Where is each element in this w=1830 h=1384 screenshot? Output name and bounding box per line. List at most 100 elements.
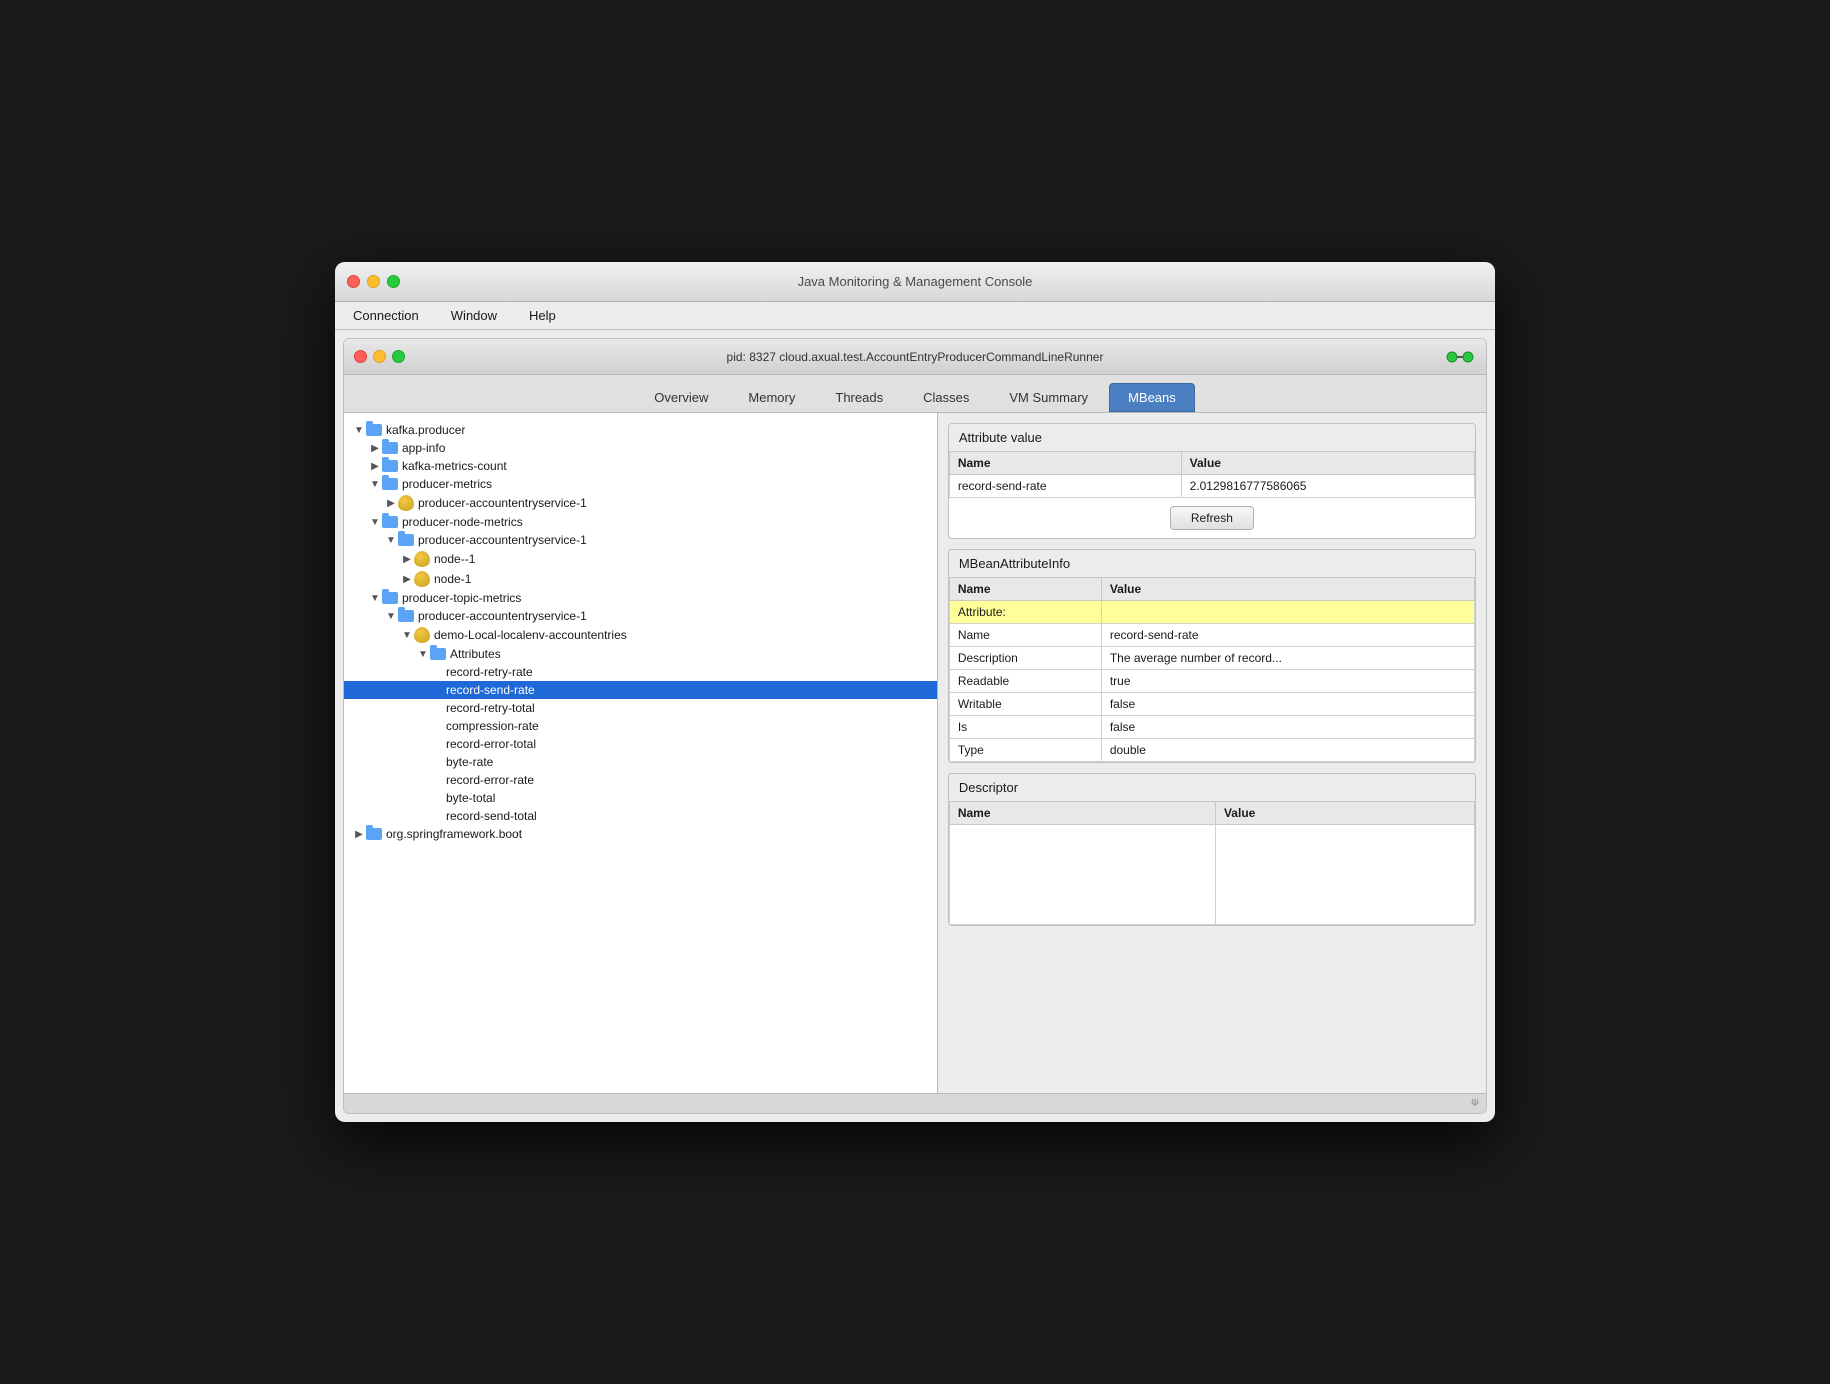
tree-item-org-spring[interactable]: org.springframework.boot xyxy=(344,825,937,843)
mbean-row-value-5: false xyxy=(1101,716,1474,739)
folder-icon xyxy=(382,442,398,454)
tree-arrow-producer-metrics[interactable] xyxy=(368,477,382,491)
tree-item-attr1[interactable]: record-retry-rate xyxy=(344,663,937,681)
descriptor-section: Descriptor Name Value xyxy=(948,773,1476,926)
folder-icon xyxy=(366,828,382,840)
tree-arrow-app-info[interactable] xyxy=(368,441,382,455)
tree-arrow-kafka-producer[interactable] xyxy=(352,423,366,437)
tree-arrow-attributes[interactable] xyxy=(416,647,430,661)
close-button[interactable] xyxy=(347,275,360,288)
mbean-row-3: Readabletrue xyxy=(949,670,1474,693)
tree-item-kafka-producer[interactable]: kafka.producer xyxy=(344,421,937,439)
tree-label-attr1: record-retry-rate xyxy=(446,665,533,679)
mbean-row-0: Attribute: xyxy=(949,601,1474,624)
tree-arrow-producer-node-metrics[interactable] xyxy=(368,515,382,529)
inner-window: pid: 8327 cloud.axual.test.AccountEntryP… xyxy=(343,338,1487,1114)
tree-label-attr2: record-send-rate xyxy=(446,683,535,697)
tree-item-attr2[interactable]: record-send-rate xyxy=(344,681,937,699)
menu-window[interactable]: Window xyxy=(445,306,503,325)
mbean-row-name-3: Readable xyxy=(949,670,1101,693)
tree-item-app-info[interactable]: app-info xyxy=(344,439,937,457)
tree-label-attr6: byte-rate xyxy=(446,755,493,769)
refresh-button[interactable]: Refresh xyxy=(1170,506,1254,530)
tree-item-attr4[interactable]: compression-rate xyxy=(344,717,937,735)
descriptor-title: Descriptor xyxy=(949,774,1475,801)
tab-threads[interactable]: Threads xyxy=(816,383,902,412)
tree-item-attr9[interactable]: record-send-total xyxy=(344,807,937,825)
tab-memory[interactable]: Memory xyxy=(729,383,814,412)
tree-item-node--1[interactable]: node--1 xyxy=(344,549,937,569)
tree-item-attributes[interactable]: Attributes xyxy=(344,645,937,663)
attribute-value-title: Attribute value xyxy=(949,424,1475,451)
mi-col-name: Name xyxy=(949,578,1101,601)
desc-col-name: Name xyxy=(949,802,1215,825)
tree-arrow-producer-accountentryservice-1a[interactable] xyxy=(384,496,398,510)
tree-arrow-node--1[interactable] xyxy=(400,552,414,566)
bean-icon xyxy=(398,495,414,511)
tree-label-demo-local: demo-Local-localenv-accountentries xyxy=(434,628,627,642)
tree-arrow-producer-topic-metrics[interactable] xyxy=(368,591,382,605)
tree-item-node-1[interactable]: node-1 xyxy=(344,569,937,589)
tree-item-attr7[interactable]: record-error-rate xyxy=(344,771,937,789)
tree-label-app-info: app-info xyxy=(402,441,445,455)
tree-arrow-demo-local[interactable] xyxy=(400,628,414,642)
tree-item-producer-accountentryservice-1b[interactable]: producer-accountentryservice-1 xyxy=(344,531,937,549)
tree-label-producer-accountentryservice-1b: producer-accountentryservice-1 xyxy=(418,533,587,547)
tree-label-kafka-metrics-count: kafka-metrics-count xyxy=(402,459,507,473)
tree-arrow-producer-accountentryservice-1c[interactable] xyxy=(384,609,398,623)
tree-item-attr5[interactable]: record-error-total xyxy=(344,735,937,753)
mbean-row-value-2: The average number of record... xyxy=(1101,647,1474,670)
tree-label-node--1: node--1 xyxy=(434,552,475,566)
tree-label-org-spring: org.springframework.boot xyxy=(386,827,522,841)
attribute-value-table: Name Value record-send-rate 2.0129816777… xyxy=(949,451,1475,498)
tab-overview[interactable]: Overview xyxy=(635,383,727,412)
mbean-row-value-1: record-send-rate xyxy=(1101,624,1474,647)
tree-label-producer-accountentryservice-1a: producer-accountentryservice-1 xyxy=(418,496,587,510)
tree-item-producer-accountentryservice-1c[interactable]: producer-accountentryservice-1 xyxy=(344,607,937,625)
folder-icon xyxy=(382,460,398,472)
resize-handle[interactable]: ⟱ xyxy=(1468,1097,1482,1111)
tree-label-attr5: record-error-total xyxy=(446,737,536,751)
minimize-button[interactable] xyxy=(367,275,380,288)
tree-arrow-producer-accountentryservice-1b[interactable] xyxy=(384,533,398,547)
mbean-row-1: Namerecord-send-rate xyxy=(949,624,1474,647)
tab-vm-summary[interactable]: VM Summary xyxy=(990,383,1107,412)
right-panel: Attribute value Name Value record-send-r… xyxy=(938,413,1486,1093)
inner-close-button[interactable] xyxy=(354,350,367,363)
tree-item-demo-local[interactable]: demo-Local-localenv-accountentries xyxy=(344,625,937,645)
tree-item-attr6[interactable]: byte-rate xyxy=(344,753,937,771)
mbean-info-section: MBeanAttributeInfo Name Value Attribute:… xyxy=(948,549,1476,763)
mbean-row-5: Isfalse xyxy=(949,716,1474,739)
menu-help[interactable]: Help xyxy=(523,306,562,325)
tree-label-producer-metrics: producer-metrics xyxy=(402,477,492,491)
descriptor-empty-row xyxy=(949,825,1474,925)
title-bar: Java Monitoring & Management Console xyxy=(335,262,1495,302)
tree-item-producer-topic-metrics[interactable]: producer-topic-metrics xyxy=(344,589,937,607)
tab-classes[interactable]: Classes xyxy=(904,383,988,412)
inner-minimize-button[interactable] xyxy=(373,350,386,363)
tab-mbeans[interactable]: MBeans xyxy=(1109,383,1195,412)
mbean-info-title: MBeanAttributeInfo xyxy=(949,550,1475,577)
tree-item-kafka-metrics-count[interactable]: kafka-metrics-count xyxy=(344,457,937,475)
tree-arrow-org-spring[interactable] xyxy=(352,827,366,841)
av-value: 2.0129816777586065 xyxy=(1181,475,1474,498)
mbean-row-name-0: Attribute: xyxy=(949,601,1101,624)
tree-item-producer-accountentryservice-1a[interactable]: producer-accountentryservice-1 xyxy=(344,493,937,513)
tree-item-attr3[interactable]: record-retry-total xyxy=(344,699,937,717)
tree-arrow-kafka-metrics-count[interactable] xyxy=(368,459,382,473)
tree-item-attr8[interactable]: byte-total xyxy=(344,789,937,807)
tree-arrow-node-1[interactable] xyxy=(400,572,414,586)
traffic-lights xyxy=(347,275,400,288)
maximize-button[interactable] xyxy=(387,275,400,288)
tree-item-producer-metrics[interactable]: producer-metrics xyxy=(344,475,937,493)
tree-label-node-1: node-1 xyxy=(434,572,471,586)
content-area: kafka.producer app-info kafka-metrics-coun… xyxy=(344,413,1486,1093)
mbean-row-6: Typedouble xyxy=(949,739,1474,762)
tree-label-kafka-producer: kafka.producer xyxy=(386,423,465,437)
tree-panel[interactable]: kafka.producer app-info kafka-metrics-coun… xyxy=(344,413,938,1093)
tree-label-attr9: record-send-total xyxy=(446,809,537,823)
inner-maximize-button[interactable] xyxy=(392,350,405,363)
av-col-name: Name xyxy=(949,452,1181,475)
tree-item-producer-node-metrics[interactable]: producer-node-metrics xyxy=(344,513,937,531)
menu-connection[interactable]: Connection xyxy=(347,306,425,325)
